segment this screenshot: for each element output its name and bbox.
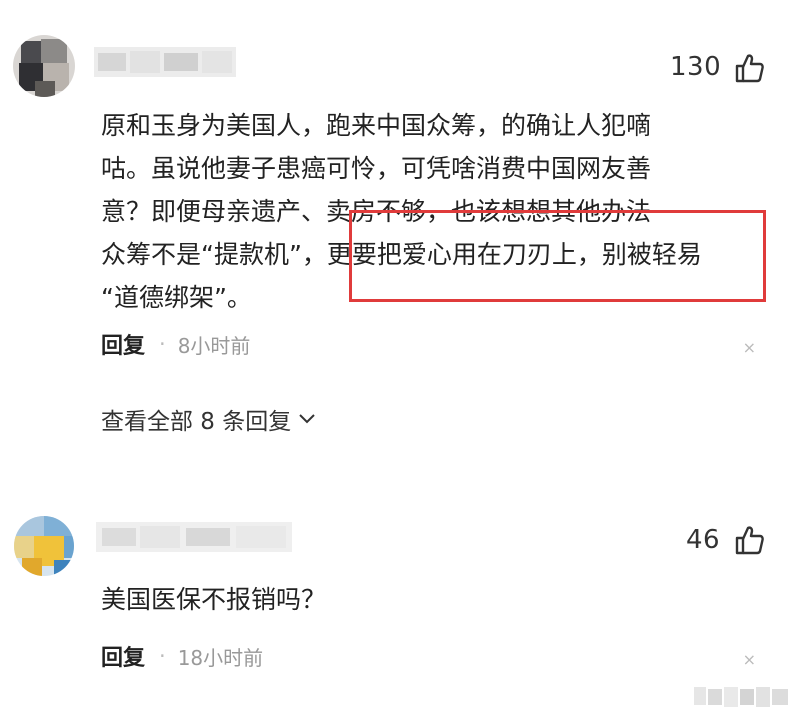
comment-body: 原和玉身为美国人，跑来中国众筹，的确让人犯嘀 咕。虽说他妻子患癌可怜，可凭啥消费… (101, 104, 776, 319)
like-count: 130 (670, 52, 722, 82)
username-blurred[interactable] (94, 47, 236, 77)
separator-dot: · (159, 332, 166, 356)
view-replies-link[interactable]: 查看全部 8 条回复 (101, 402, 317, 436)
comment-body: 美国医保不报销吗？ (101, 578, 776, 621)
username-blurred[interactable] (96, 522, 292, 552)
timestamp: 8小时前 (177, 333, 251, 358)
reply-button[interactable]: 回复 (101, 640, 145, 672)
timestamp: 18小时前 (177, 645, 264, 670)
view-replies-label: 查看全部 8 条回复 (101, 409, 292, 435)
comment-line: 意？即便母亲遗产、卖房不够，也该想想其他办法 (101, 197, 652, 226)
thumbs-up-icon[interactable] (733, 52, 765, 84)
avatar[interactable] (14, 516, 74, 576)
reply-row: 回复 · 8小时前 (101, 329, 250, 359)
chevron-down-icon (299, 414, 315, 424)
close-icon[interactable]: × (743, 338, 756, 357)
reply-button[interactable]: 回复 (101, 328, 145, 360)
avatar[interactable] (13, 35, 75, 97)
separator-dot: · (159, 644, 166, 668)
reply-row: 回复 · 18小时前 (101, 641, 263, 671)
watermark (692, 683, 792, 711)
like-count: 46 (686, 525, 721, 555)
comment-line: 美国医保不报销吗？ (101, 585, 327, 614)
comment-line: “道德绑架”。 (101, 283, 252, 312)
comment-line: 众筹不是“提款机”，更要把爱心用在刀刃上，别被轻易 (101, 240, 702, 269)
comment-line: 原和玉身为美国人，跑来中国众筹，的确让人犯嘀 (101, 111, 652, 140)
close-icon[interactable]: × (743, 650, 756, 669)
comment-line: 咕。虽说他妻子患癌可怜，可凭啥消费中国网友善 (101, 154, 652, 183)
thumbs-up-icon[interactable] (733, 524, 765, 556)
